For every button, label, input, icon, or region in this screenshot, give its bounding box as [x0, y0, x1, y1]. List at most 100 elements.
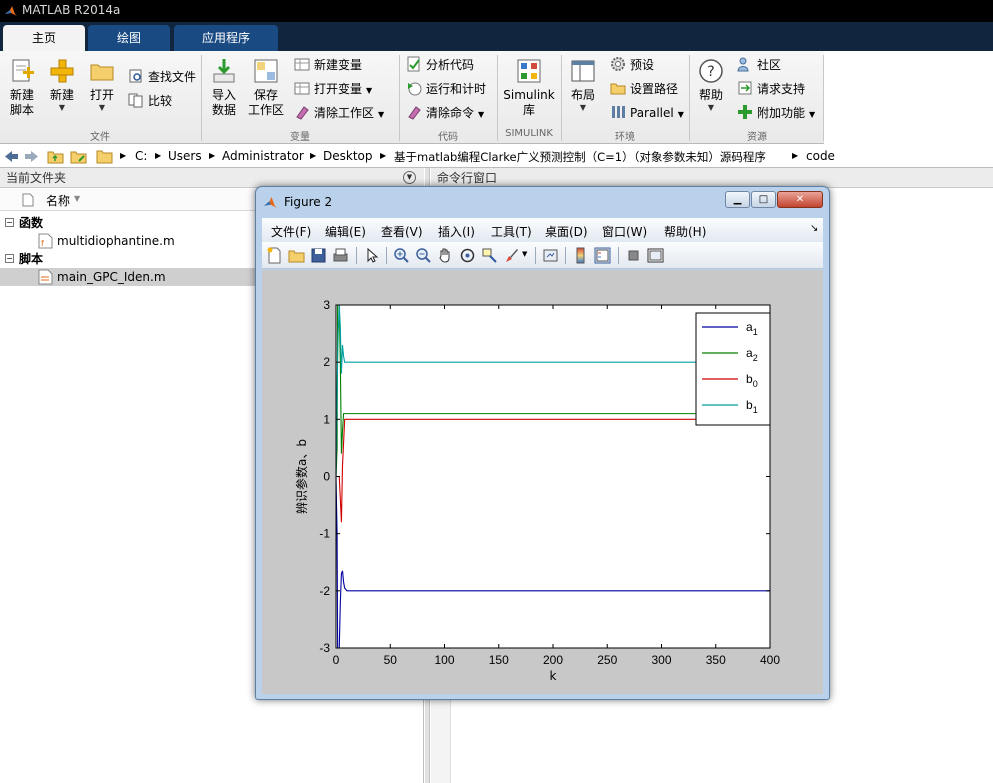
ribbon: 新建 脚本 新建 ▼ 打开 ▼ 查找文件 比较 文件 导入 数据 保存 工作区	[0, 51, 993, 144]
find-files-label: 查找文件	[148, 70, 197, 84]
y-axis-label: 辨识参数a、b	[294, 439, 309, 514]
help-dropdown-arrow[interactable]: ▼	[694, 103, 728, 113]
close-button[interactable]: ✕	[777, 191, 823, 208]
brush-dropdown-arrow[interactable]: ▼	[522, 250, 527, 258]
toolbar-separator	[356, 247, 357, 264]
current-folder-title-bar: 当前文件夹 ▼	[0, 168, 424, 188]
menu-file[interactable]: 文件(F)	[271, 223, 311, 240]
zoom-in-icon[interactable]	[393, 247, 410, 264]
print-icon[interactable]	[332, 247, 349, 264]
menu-insert[interactable]: 插入(I)	[438, 223, 475, 240]
simulink-library-button[interactable]: Simulink 库	[503, 57, 555, 118]
group-label-environment: 环境	[615, 132, 635, 143]
clear-commands-button[interactable]: 清除命令 ▼	[406, 103, 484, 123]
tab-home[interactable]: 主页	[3, 25, 85, 51]
maximize-button[interactable]: □	[751, 191, 776, 208]
new-script-icon	[12, 59, 34, 82]
run-and-time-button[interactable]: 运行和计时	[406, 79, 486, 99]
figure-window[interactable]: Figure 2 ▁ □ ✕ 文件(F) 编辑(E) 查看(V) 插入(I) 工…	[255, 186, 830, 700]
menu-desktop[interactable]: 桌面(D)	[545, 223, 588, 240]
up-folder-icon[interactable]	[47, 148, 64, 165]
new-variable-button[interactable]: 新建变量	[294, 55, 362, 75]
forward-arrow-icon[interactable]	[23, 148, 40, 165]
tab-plots[interactable]: 绘图	[88, 25, 170, 51]
clear-workspace-icon	[296, 106, 309, 120]
edit-plot-arrow-icon[interactable]	[363, 247, 380, 264]
x-tick-label: 50	[384, 653, 398, 667]
open-file-icon[interactable]	[288, 247, 305, 264]
dock-arrow-icon[interactable]: ↘	[810, 223, 818, 234]
menu-tools[interactable]: 工具(T)	[491, 223, 532, 240]
menu-help[interactable]: 帮助(H)	[664, 223, 706, 240]
link-plot-icon[interactable]	[542, 247, 559, 264]
file-type-column-icon	[22, 193, 34, 207]
save-icon[interactable]	[310, 247, 327, 264]
new-dropdown-arrow[interactable]: ▼	[44, 103, 80, 113]
add-ons-button[interactable]: 附加功能 ▼	[737, 103, 815, 123]
new-button[interactable]: 新建 ▼	[44, 57, 80, 113]
colorbar-icon[interactable]	[572, 247, 589, 264]
minimize-button[interactable]: ▁	[725, 191, 750, 208]
open-variable-button[interactable]: 打开变量 ▼	[294, 79, 372, 99]
compare-label: 比较	[148, 94, 173, 108]
find-files-button[interactable]: 查找文件	[128, 67, 196, 87]
collapse-toggle-icon[interactable]: −	[5, 254, 14, 263]
run-and-time-icon	[408, 82, 422, 96]
clear-workspace-button[interactable]: 清除工作区 ▼	[294, 103, 384, 123]
pan-hand-icon[interactable]	[437, 247, 454, 264]
set-path-button[interactable]: 设置路径	[610, 79, 678, 99]
layout-button[interactable]: 布局 ▼	[566, 57, 600, 113]
request-support-button[interactable]: 请求支持	[737, 79, 805, 99]
breadcrumb-c-drive[interactable]: C:	[135, 149, 147, 163]
breadcrumb-desktop[interactable]: Desktop	[323, 149, 373, 163]
function-file-icon: f	[38, 233, 53, 249]
community-button[interactable]: 社区	[737, 55, 781, 75]
analyze-code-button[interactable]: 分析代码	[406, 55, 474, 75]
open-variable-dropdown-arrow[interactable]: ▼	[366, 86, 372, 95]
breadcrumb-code[interactable]: code	[806, 149, 835, 163]
compare-button[interactable]: 比较	[128, 91, 172, 111]
show-plot-tools-icon[interactable]	[647, 247, 664, 264]
sort-arrow-icon[interactable]: ▼	[74, 194, 80, 203]
panel-actions-chevron-icon[interactable]: ▼	[403, 171, 416, 184]
preferences-button[interactable]: 预设	[610, 55, 654, 75]
save-workspace-button[interactable]: 保存 工作区	[246, 57, 286, 118]
figure-canvas[interactable]: 0 50 100 150 200 250 300 350 400 -3 -2 -1 0 1 2 3 k 辨识参数a…	[262, 270, 823, 694]
help-button[interactable]: ? 帮助 ▼	[694, 57, 728, 113]
brush-icon[interactable]	[503, 247, 520, 264]
name-column-header[interactable]: 名称	[46, 192, 70, 209]
back-arrow-icon[interactable]	[3, 148, 20, 165]
parallel-dropdown-arrow[interactable]: ▼	[678, 110, 684, 119]
add-ons-dropdown-arrow[interactable]: ▼	[809, 110, 815, 119]
hide-plot-tools-icon[interactable]	[625, 247, 642, 264]
clear-commands-dropdown-arrow[interactable]: ▼	[478, 110, 484, 119]
layout-dropdown-arrow[interactable]: ▼	[566, 103, 600, 113]
legend-icon[interactable]	[594, 247, 611, 264]
figure-title-bar[interactable]: Figure 2 ▁ □ ✕	[256, 187, 829, 217]
new-figure-icon[interactable]	[266, 247, 283, 264]
breadcrumb-administrator[interactable]: Administrator	[222, 149, 304, 163]
import-data-button[interactable]: 导入 数据	[206, 57, 242, 118]
data-cursor-icon[interactable]	[481, 247, 498, 264]
breadcrumb-users[interactable]: Users	[168, 149, 202, 163]
browse-folder-icon[interactable]	[70, 148, 87, 165]
zoom-out-icon[interactable]	[415, 247, 432, 264]
file-name: multidiophantine.m	[57, 234, 175, 248]
menu-edit[interactable]: 编辑(E)	[325, 223, 366, 240]
plot-svg[interactable]: 0 50 100 150 200 250 300 350 400 -3 -2 -1 0 1 2 3 k 辨识参数a…	[262, 270, 823, 694]
x-tick-label: 400	[760, 653, 780, 667]
tab-apps[interactable]: 应用程序	[174, 25, 278, 51]
set-path-label: 设置路径	[630, 82, 679, 96]
x-tick-label: 250	[597, 653, 617, 667]
parallel-button[interactable]: Parallel ▼	[610, 103, 684, 123]
open-button[interactable]: 打开 ▼	[84, 57, 120, 113]
menu-view[interactable]: 查看(V)	[381, 223, 423, 240]
menu-window[interactable]: 窗口(W)	[602, 223, 647, 240]
open-dropdown-arrow[interactable]: ▼	[84, 103, 120, 113]
new-script-button[interactable]: 新建 脚本	[4, 57, 40, 118]
new-script-label: 新建 脚本	[9, 88, 34, 117]
clear-workspace-dropdown-arrow[interactable]: ▼	[378, 110, 384, 119]
breadcrumb-project-folder[interactable]: 基于matlab编程Clarke广义预测控制（C=1）（对象参数未知）源码程序	[394, 149, 766, 165]
rotate-3d-icon[interactable]	[459, 247, 476, 264]
collapse-toggle-icon[interactable]: −	[5, 218, 14, 227]
